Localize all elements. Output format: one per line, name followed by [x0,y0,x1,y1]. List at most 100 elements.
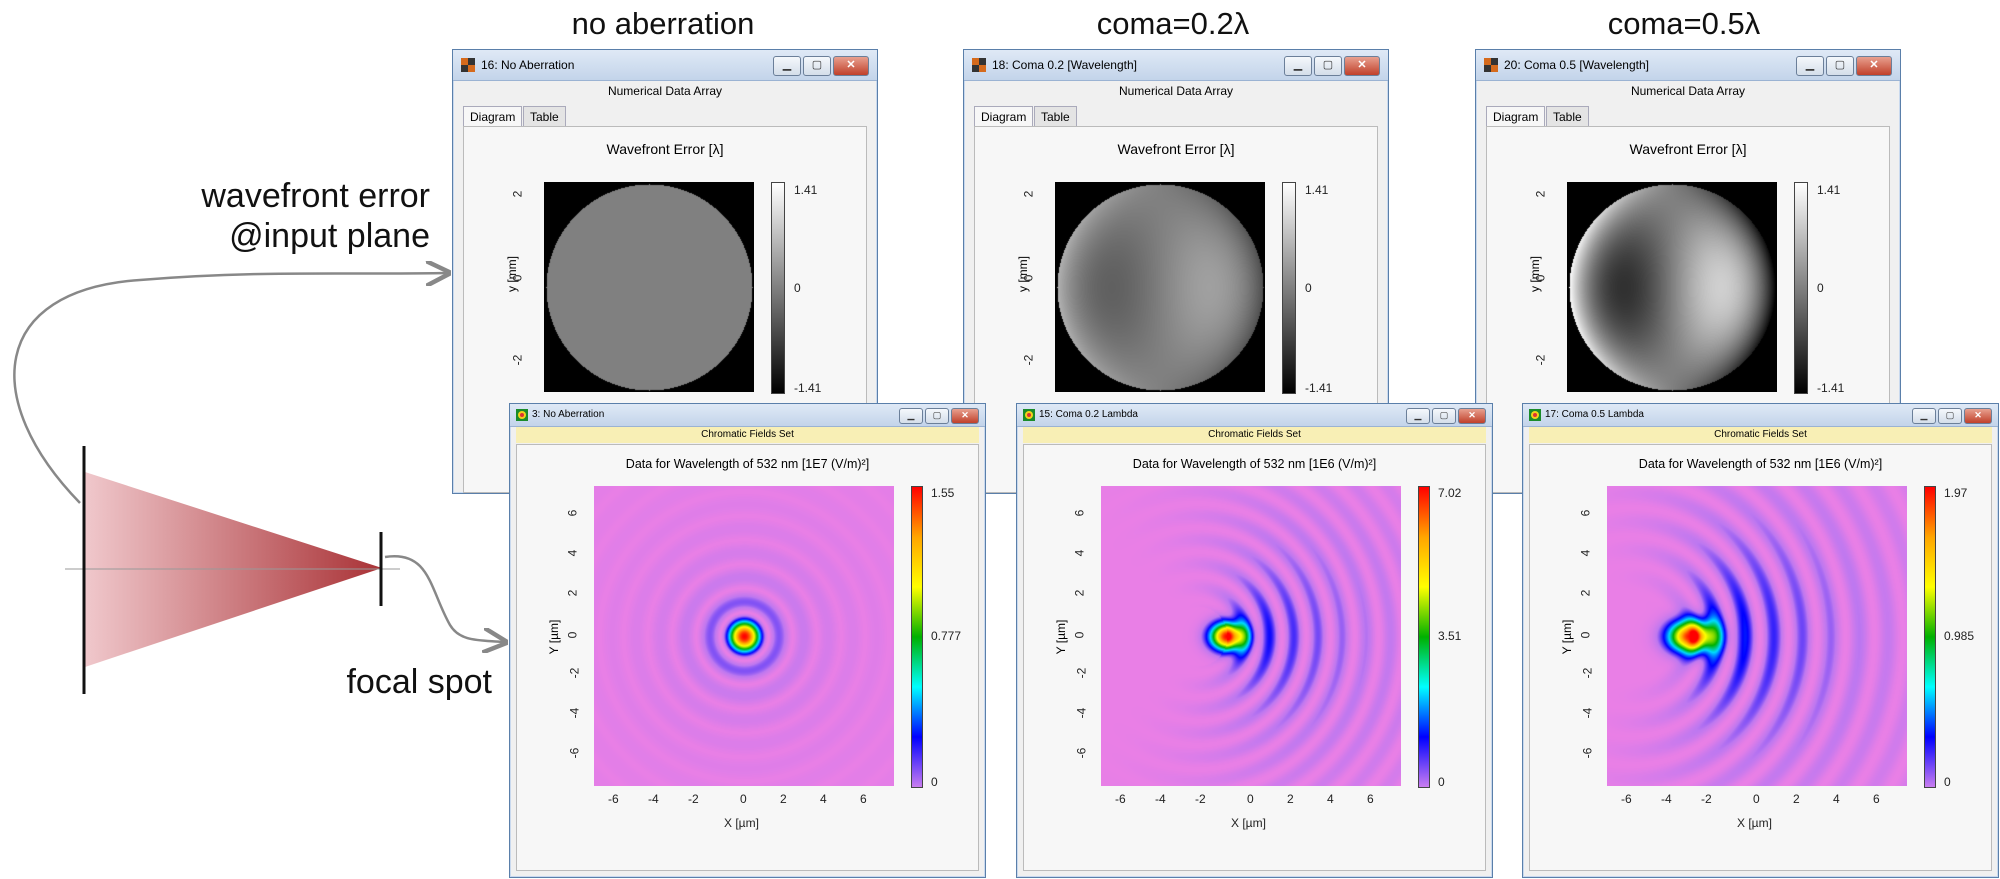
x-tick-label: -4 [1661,792,1672,806]
x-tick-label: 6 [860,792,867,806]
field-intensity-map [1607,486,1907,786]
colorbar [771,182,785,394]
field-window-no-aberration: 3: No Aberration ▁ ▢ ✕ Chromatic Fields … [509,403,986,878]
tab-diagram[interactable]: Diagram [974,106,1034,127]
wavefront-map [1567,182,1777,392]
y-tick-label: 6 [1072,509,1087,517]
maximize-button[interactable]: ▢ [925,408,949,424]
wavefront-map [1055,182,1265,392]
field-panel: Data for Wavelength of 532 nm [1E7 (V/m)… [516,444,979,871]
maximize-button[interactable]: ▢ [1938,408,1962,424]
window-titlebar[interactable]: 18: Coma 0.2 [Wavelength] ▁ ▢ ✕ [964,50,1388,81]
x-tick-label: 0 [1753,792,1760,806]
colorbar-mid-label: 0 [1305,281,1312,295]
window-subheader: Chromatic Fields Set [1529,427,1992,443]
minimize-button[interactable]: ▁ [1796,56,1824,76]
data-array-icon [972,58,986,72]
maximize-button[interactable]: ▢ [1314,56,1342,76]
window-subheader: Numerical Data Array [1630,84,1746,98]
focal-spot-arrow [384,554,503,642]
y-tick-label: -2 [1533,354,1548,366]
colorbar-max-label: 7.02 [1438,486,1462,500]
tab-table[interactable]: Table [1546,106,1589,127]
colorbar-mid-label: 0.985 [1944,629,1975,643]
y-ticks: 6 4 2 0 -2 -4 -6 [565,486,589,786]
y-ticks: 6 4 2 0 -2 -4 -6 [1578,486,1602,786]
window-title: 20: Coma 0.5 [Wavelength] [1504,58,1649,72]
x-axis-label: X [µm] [1737,816,1772,830]
y-tick-label: 6 [565,509,580,517]
x-tick-label: 6 [1873,792,1880,806]
close-button[interactable]: ✕ [1856,56,1892,76]
window-titlebar[interactable]: 16: No Aberration ▁ ▢ ✕ [453,50,877,81]
y-tick-label: -2 [1074,667,1089,679]
column-title-no-aberration: no aberration [571,6,755,41]
close-button[interactable]: ✕ [1458,408,1486,424]
data-array-icon [461,58,475,72]
y-tick-label: -6 [1074,747,1089,759]
tab-diagram[interactable]: Diagram [1486,106,1546,127]
tab-table[interactable]: Table [1034,106,1077,127]
close-button[interactable]: ✕ [951,408,979,424]
close-button[interactable]: ✕ [1344,56,1380,76]
y-tick-label: -2 [510,354,525,366]
maximize-button[interactable]: ▢ [1432,408,1456,424]
optical-sketch [13,250,520,694]
tab-table[interactable]: Table [523,106,566,127]
field-window-coma-02: 15: Coma 0.2 Lambda ▁ ▢ ✕ Chromatic Fiel… [1016,403,1493,878]
colorbar [1282,182,1296,394]
colorbar-mid-label: 0.777 [931,629,962,643]
plot-title: Wavefront Error [λ] [1117,141,1235,157]
maximize-button[interactable]: ▢ [803,56,831,76]
colorbar-max-label: 1.41 [794,183,818,197]
colorbar-max-label: 1.41 [1305,183,1329,197]
tab-diagram[interactable]: Diagram [463,106,523,127]
plot-title: Data for Wavelength of 532 nm [1E6 (V/m)… [1638,457,1883,471]
field-intensity-map [594,486,894,786]
field-set-icon [516,409,528,421]
y-tick-label: 0 [1021,274,1036,282]
x-tick-label: 0 [740,792,747,806]
minimize-button[interactable]: ▁ [1406,408,1430,424]
field-window-coma-05: 17: Coma 0.5 Lambda ▁ ▢ ✕ Chromatic Fiel… [1522,403,1999,878]
window-title: 3: No Aberration [532,409,605,420]
y-tick-label: 0 [510,274,525,282]
window-titlebar[interactable]: 20: Coma 0.5 [Wavelength] ▁ ▢ ✕ [1476,50,1900,81]
column-title-coma-05: coma=0.5λ [1607,6,1761,41]
colorbar-min-label: -1.41 [1817,381,1845,395]
close-button[interactable]: ✕ [833,56,869,76]
window-title: 15: Coma 0.2 Lambda [1039,409,1138,420]
column-title-coma-02: coma=0.2λ [1096,6,1250,41]
y-tick-label: -2 [1021,354,1036,366]
y-tick-label: 2 [1533,190,1548,198]
minimize-button[interactable]: ▁ [773,56,801,76]
window-titlebar[interactable]: 17: Coma 0.5 Lambda ▁ ▢ ✕ [1523,404,1998,427]
field-intensity-map [1101,486,1401,786]
plot-title: Wavefront Error [λ] [1629,141,1747,157]
x-tick-label: -2 [1195,792,1206,806]
x-tick-label: 4 [820,792,827,806]
x-axis-label: X [µm] [724,816,759,830]
minimize-button[interactable]: ▁ [899,408,923,424]
x-ticks: -6 -4 -2 0 2 4 6 [1607,792,1907,808]
wavefront-annotation-line1: wavefront error [201,177,430,215]
x-axis-label: X [µm] [1231,816,1266,830]
y-ticks: 6 4 2 0 -2 -4 -6 [1072,486,1096,786]
colorbar-mid-label: 0 [794,281,801,295]
x-tick-label: -4 [648,792,659,806]
wavefront-map [544,182,754,392]
y-tick-label: 2 [1578,589,1593,597]
minimize-button[interactable]: ▁ [1912,408,1936,424]
y-tick-label: 2 [510,190,525,198]
x-tick-label: 4 [1833,792,1840,806]
y-tick-label: 4 [565,549,580,557]
y-tick-label: 0 [1072,631,1087,639]
colorbar-min-label: -1.41 [1305,381,1333,395]
minimize-button[interactable]: ▁ [1284,56,1312,76]
colorbar-max-label: 1.97 [1944,486,1968,500]
window-titlebar[interactable]: 15: Coma 0.2 Lambda ▁ ▢ ✕ [1017,404,1492,427]
maximize-button[interactable]: ▢ [1826,56,1854,76]
window-titlebar[interactable]: 3: No Aberration ▁ ▢ ✕ [510,404,985,427]
x-tick-label: 0 [1247,792,1254,806]
close-button[interactable]: ✕ [1964,408,1992,424]
